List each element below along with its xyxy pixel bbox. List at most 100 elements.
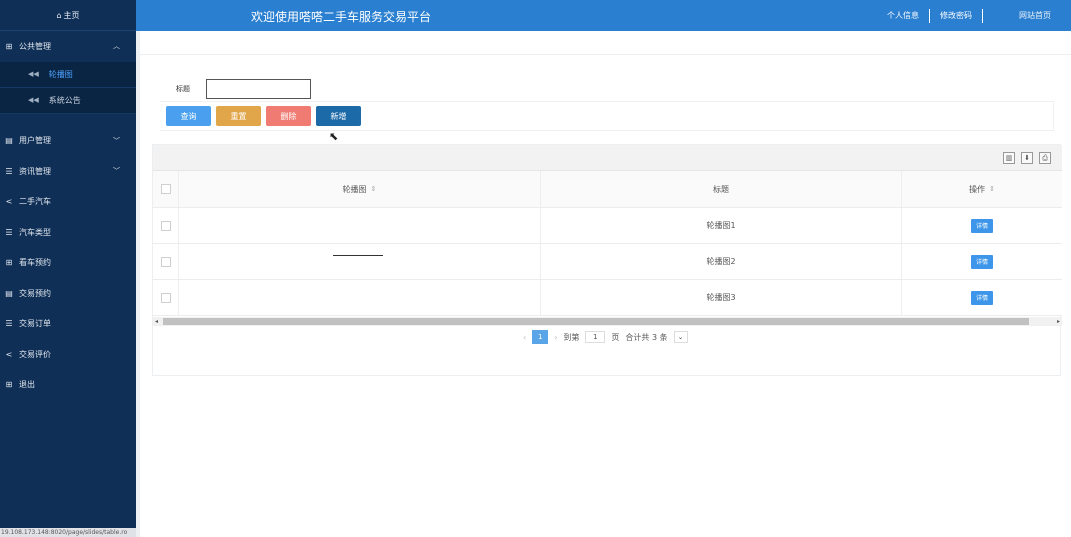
sidebar-item-car-types[interactable]: ☰ 汽车类型 <box>0 217 136 248</box>
sidebar-item-news[interactable]: ☰ 资讯管理 ﹀ <box>0 156 136 187</box>
select-all-checkbox[interactable] <box>160 184 171 194</box>
header-title: 标题 <box>541 171 902 207</box>
row-checkbox[interactable] <box>160 220 171 231</box>
table-row: 轮播图3 详情 <box>153 280 1062 316</box>
share-icon: < <box>5 349 13 359</box>
main-content: 标题 查询 重置 删除 新增 ▥ ⬇ ⎙ 轮播图 ⇕ 标题 操作 ⇕ 轮播图1 详情 <box>136 31 1071 537</box>
rewind-icon: ◀◀ <box>28 70 39 78</box>
image-cell <box>179 208 541 243</box>
page-title: 欢迎使用嗒嗒二手车服务交易平台 <box>251 10 432 24</box>
header-image[interactable]: 轮播图 ⇕ <box>179 171 541 207</box>
delete-button[interactable]: 删除 <box>266 106 311 126</box>
row-checkbox[interactable] <box>160 256 171 267</box>
home-label: 主页 <box>63 10 80 20</box>
home-icon: ⌂ <box>56 10 62 20</box>
next-page-icon[interactable]: › <box>554 333 557 342</box>
op-cell: 详情 <box>902 208 1062 243</box>
chevron-up-icon: ︿ <box>113 42 120 51</box>
scroll-right-icon[interactable]: ▸ <box>1057 317 1060 326</box>
sidebar-item-label: 交易评价 <box>19 349 51 359</box>
chevron-down-icon: ﹀ <box>113 167 120 176</box>
data-table: ▥ ⬇ ⎙ 轮播图 ⇕ 标题 操作 ⇕ 轮播图1 详情 轮播图2 详情 轮播图3 详… <box>152 144 1062 376</box>
sidebar-item-label: 交易订单 <box>19 319 51 329</box>
row-checkbox[interactable] <box>160 292 171 303</box>
scroll-thumb[interactable] <box>163 318 1029 325</box>
sidebar-item-used-cars[interactable]: < 二手汽车 <box>0 187 136 218</box>
sidebar-subitem-slides[interactable]: ◀◀ 轮播图 <box>0 62 136 88</box>
scroll-left-icon[interactable]: ◂ <box>155 317 158 326</box>
list-icon: ☰ <box>5 227 13 237</box>
goto-page-input[interactable]: 1 <box>585 331 606 343</box>
header-label: 轮播图 <box>342 184 367 194</box>
title-search-input[interactable] <box>206 79 311 99</box>
topbar: 欢迎使用嗒嗒二手车服务交易平台 个人信息 修改密码 网站首页 <box>136 0 1071 31</box>
sidebar-item-label: 交易预约 <box>19 288 51 298</box>
tab-strip <box>140 31 1071 55</box>
table-row: 轮播图1 详情 <box>153 208 1062 244</box>
image-cell <box>179 244 541 279</box>
grid-icon: ⊞ <box>5 258 13 268</box>
sidebar-item-label: 看车预约 <box>19 258 51 268</box>
image-placeholder <box>333 255 383 256</box>
rewind-icon: ◀◀ <box>28 96 39 104</box>
query-button[interactable]: 查询 <box>166 106 211 126</box>
title-cell: 轮播图1 <box>541 208 902 243</box>
list-icon: ☰ <box>5 319 13 329</box>
detail-button[interactable]: 详情 <box>971 254 993 269</box>
print-icon[interactable]: ⎙ <box>1039 152 1051 164</box>
home-link[interactable]: ⌂ 主页 <box>0 0 136 31</box>
title-cell: 轮播图3 <box>541 280 902 315</box>
divider <box>136 31 140 537</box>
header-op[interactable]: 操作 ⇕ <box>902 171 1062 207</box>
list-icon: ☰ <box>5 166 13 176</box>
site-home-link[interactable]: 网站首页 <box>983 9 1071 23</box>
op-cell: 详情 <box>902 244 1062 279</box>
table-toolbar: ▥ ⬇ ⎙ <box>153 145 1062 171</box>
image-cell <box>179 280 541 315</box>
op-cell: 详情 <box>902 280 1062 315</box>
header-label: 标题 <box>713 184 729 194</box>
sidebar-item-orders[interactable]: ☰ 交易订单 <box>0 309 136 340</box>
submenu-public: ◀◀ 轮播图 ◀◀ 系统公告 <box>0 61 136 114</box>
doc-icon: ▤ <box>5 136 13 146</box>
sidebar-item-label: 汽车类型 <box>19 227 51 237</box>
sort-icon[interactable]: ⇕ <box>989 185 995 193</box>
sidebar-item-label: 用户管理 <box>19 136 51 146</box>
sidebar-subitem-notice[interactable]: ◀◀ 系统公告 <box>0 88 136 114</box>
search-form: 标题 <box>176 79 311 99</box>
sort-icon[interactable]: ⇕ <box>371 185 377 193</box>
row-select-cell <box>153 244 179 279</box>
chevron-down-icon: ﹀ <box>113 136 120 145</box>
title-label: 标题 <box>176 85 190 93</box>
page-size-select[interactable]: ⌄ <box>673 331 688 343</box>
horizontal-scrollbar[interactable]: ◂ ▸ <box>153 317 1062 326</box>
select-all-cell <box>153 171 179 207</box>
sidebar-item-label: 退出 <box>19 380 35 390</box>
columns-icon[interactable]: ▥ <box>1003 152 1015 164</box>
sidebar-item-logout[interactable]: ⊞ 退出 <box>0 370 136 401</box>
sidebar-item-label: 公共管理 <box>19 41 51 51</box>
sidebar-item-public[interactable]: ⊞ 公共管理 ︿ <box>0 31 136 62</box>
share-icon: < <box>5 197 13 207</box>
table-header: 轮播图 ⇕ 标题 操作 ⇕ <box>153 171 1062 208</box>
mouse-cursor-icon: ⬉ <box>329 130 339 143</box>
profile-link[interactable]: 个人信息 <box>877 8 930 23</box>
page-current[interactable]: 1 <box>532 330 549 344</box>
prev-page-icon[interactable]: ‹ <box>523 333 526 342</box>
sidebar: ⌂ 主页 ⊞ 公共管理 ︿ ◀◀ 轮播图 ◀◀ 系统公告 ▤ 用户管理 ﹀ ☰ … <box>0 0 136 537</box>
reset-button[interactable]: 重置 <box>216 106 261 126</box>
sidebar-item-trade-booking[interactable]: ▤ 交易预约 <box>0 278 136 309</box>
detail-button[interactable]: 详情 <box>971 218 993 233</box>
detail-button[interactable]: 详情 <box>971 290 993 305</box>
sidebar-subitem-label: 系统公告 <box>48 95 81 105</box>
sidebar-item-reviews[interactable]: < 交易评价 <box>0 339 136 370</box>
pagination: ‹ 1 › 到第 1 页 合计共 3 条 ⌄ <box>523 328 688 346</box>
table-row: 轮播图2 详情 <box>153 244 1062 280</box>
sidebar-item-label: 二手汽车 <box>19 197 51 207</box>
sidebar-item-users[interactable]: ▤ 用户管理 ﹀ <box>0 126 136 157</box>
add-button[interactable]: 新增 <box>316 106 361 126</box>
change-password-link[interactable]: 修改密码 <box>930 8 983 23</box>
action-buttons: 查询 重置 删除 新增 <box>166 106 361 126</box>
export-icon[interactable]: ⬇ <box>1021 152 1033 164</box>
sidebar-item-viewing[interactable]: ⊞ 看车预约 <box>0 248 136 279</box>
